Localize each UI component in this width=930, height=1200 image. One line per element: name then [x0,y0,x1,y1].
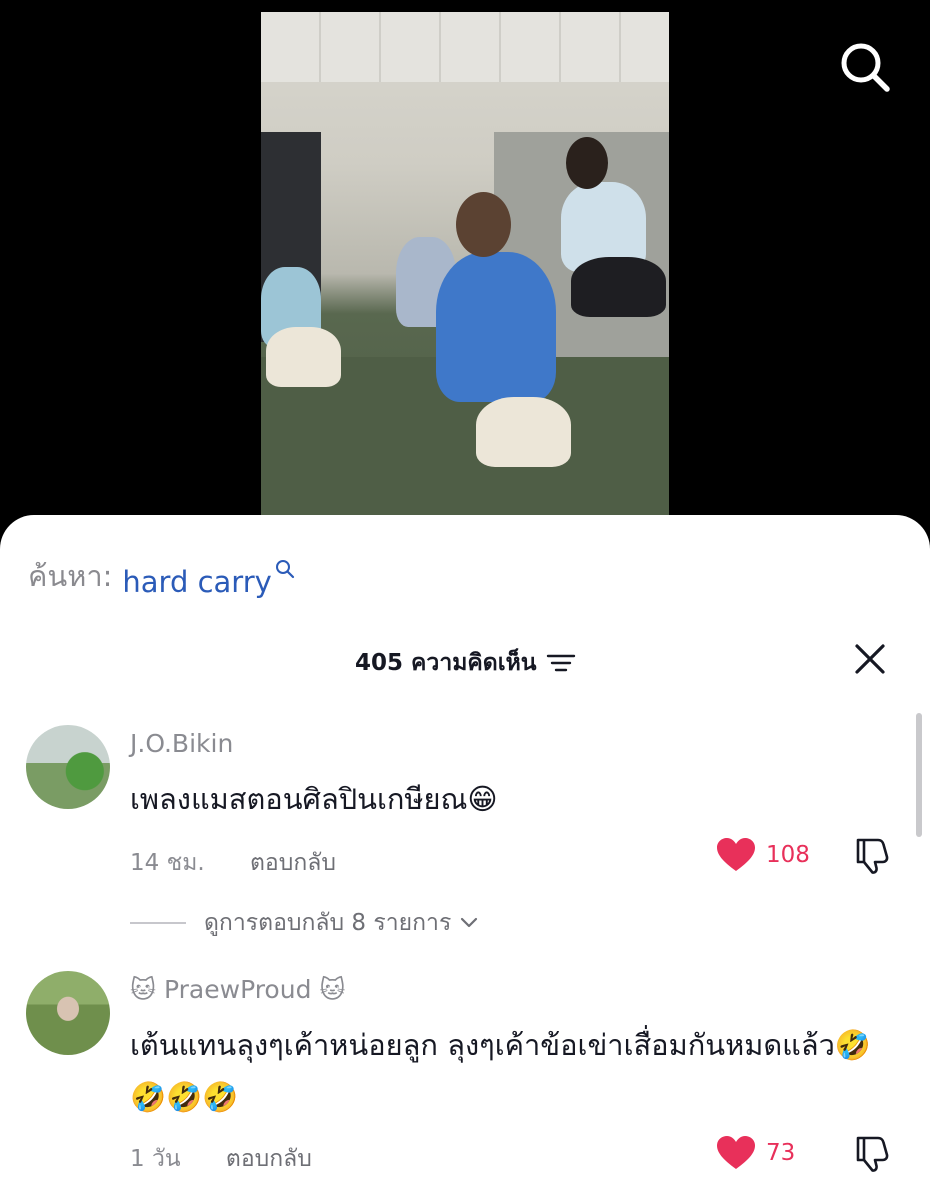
scrollbar[interactable] [916,713,922,837]
comment-count-sort-button[interactable]: 405 ความคิดเห็น [355,645,576,681]
view-replies-button[interactable]: ดูการตอบกลับ 8 รายการ [130,905,479,941]
related-search[interactable]: ค้นหา: hard carry [28,555,295,599]
sort-icon [547,654,576,672]
comments-sheet: ค้นหา: hard carry 405 ความคิดเห็น J.O.Bi… [0,515,930,1200]
heart-icon [717,838,755,871]
search-icon[interactable] [838,40,892,94]
close-icon[interactable] [852,641,888,677]
reply-button[interactable]: ตอบกลับ [250,850,336,876]
reply-button[interactable]: ตอบกลับ [226,1146,312,1172]
dancer-main [436,252,556,402]
like-button[interactable]: 73 [716,1135,795,1171]
heart-icon [717,1136,755,1169]
comment-text: เพลงแมสตอนศิลปินเกษียณ😁 [130,782,498,816]
dancer-right-head [566,137,608,189]
avatar[interactable] [26,725,110,809]
thumbs-down-icon[interactable] [852,1133,894,1175]
comment-meta: 1 วัน ตอบกลับ [130,1141,312,1177]
video-area[interactable] [0,0,930,540]
dancer-main-shorts [476,397,571,467]
comment-time: 1 วัน [130,1146,181,1172]
related-search-prefix: ค้นหา: [28,559,113,593]
comment-username[interactable]: J.O.Bikin [130,729,233,758]
view-replies-label: ดูการตอบกลับ 8 รายการ [204,910,452,936]
thumbs-down-icon[interactable] [852,835,894,877]
avatar[interactable] [26,971,110,1055]
related-search-link[interactable]: hard carry [122,565,271,599]
comment-text: เต้นแทนลุงๆเค้าหน่อยลูก ลุงๆเค้าข้อเข่าเ… [130,1028,872,1114]
dancer-right-shorts [571,257,666,317]
search-icon [275,560,294,579]
comment-count-label: ความคิดเห็น [411,650,537,676]
comment-meta: 14 ชม. ตอบกลับ [130,845,336,881]
comment-time: 14 ชม. [130,850,205,876]
like-button[interactable]: 108 [716,837,810,873]
like-count: 73 [766,1140,796,1166]
comment-count: 405 [355,650,404,676]
comments-header: 405 ความคิดเห็น [0,644,930,676]
replies-divider [130,922,186,924]
dancer-left-shorts [266,327,341,387]
comment-username[interactable]: 🐱 PraewProud 🐱 [130,975,345,1004]
video-player[interactable] [261,12,669,515]
chevron-down-icon [461,917,478,928]
dancer-main-head [456,192,511,257]
like-count: 108 [766,842,810,868]
video-scene-ceiling [261,12,669,82]
